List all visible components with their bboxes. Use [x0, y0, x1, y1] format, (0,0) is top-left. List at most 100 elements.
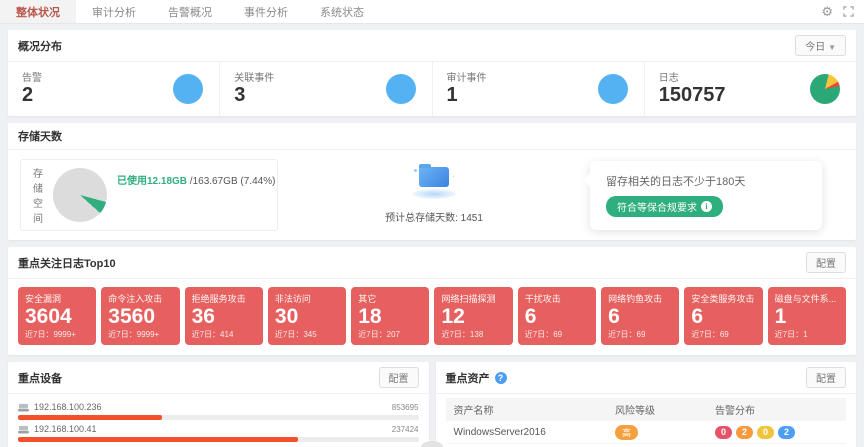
storage-card: 存储天数 存储空间 已使用12.18GB /163.67GB (7.44%) 预…	[8, 123, 856, 240]
devices-card: 重点设备 配置 192.168.100.236 853695 192.168.1…	[8, 362, 429, 447]
log-card-title: 命令注入攻击	[108, 292, 172, 305]
info-icon: i	[701, 201, 712, 212]
top10-log-card[interactable]: 干扰攻击 6 近7日：69	[518, 287, 596, 345]
log-card-value: 18	[358, 305, 422, 329]
overview-stat: 日志 150757	[645, 62, 856, 116]
device-log-count: 237424	[392, 425, 419, 434]
compliance-badge-label: 符合等保合规要求	[617, 199, 697, 214]
nav-tab-inactive[interactable]: 审计分析	[76, 0, 152, 23]
log-card-title: 磁盘与文件系...	[775, 292, 839, 305]
log-card-7day-count: 近7日：414	[192, 329, 256, 340]
log-card-title: 网络扫描探测	[441, 292, 505, 305]
log-card-title: 非法访问	[275, 292, 339, 305]
log-card-value: 3560	[108, 305, 172, 329]
storage-pie-chart	[53, 168, 107, 222]
topbar-actions: ⚙	[821, 0, 864, 23]
log-card-value: 36	[192, 305, 256, 329]
nav-tab-inactive[interactable]: 事件分析	[228, 0, 304, 23]
log-card-7day-count: 近7日：207	[358, 329, 422, 340]
log-card-title: 其它	[358, 292, 422, 305]
disk-label: 存储空间	[33, 165, 43, 225]
overview-stat: 告警 2	[8, 62, 220, 116]
log-card-title: 安全漏洞	[25, 292, 89, 305]
top10-log-card[interactable]: 拒绝服务攻击 36 近7日：414	[185, 287, 263, 345]
overview-stat: 关联事件 3	[220, 62, 432, 116]
asset-alert-distribution: 0202	[715, 426, 838, 439]
compliance-text: 留存相关的日志不少于180天	[606, 173, 806, 189]
device-icon	[18, 403, 29, 412]
assets-col-name: 资产名称	[454, 402, 615, 417]
scroll-indicator	[421, 441, 443, 447]
alert-count-badge: 2	[778, 426, 795, 439]
top10-log-card[interactable]: 命令注入攻击 3560 近7日：9999+	[101, 287, 179, 345]
nav-tab-inactive[interactable]: 告警概况	[152, 0, 228, 23]
fullscreen-icon[interactable]	[843, 6, 854, 17]
log-card-7day-count: 近7日：9999+	[108, 329, 172, 340]
top10-log-card[interactable]: 磁盘与文件系... 1 近7日：1	[768, 287, 846, 345]
stat-chart-icon	[598, 74, 628, 104]
device-row[interactable]: 192.168.100.41 237424	[18, 420, 419, 442]
log-card-value: 3604	[25, 305, 89, 329]
assets-col-risk: 风险等级	[615, 402, 715, 417]
top10-log-card[interactable]: 网络扫描探测 12 近7日：138	[434, 287, 512, 345]
log-card-7day-count: 近7日：138	[441, 329, 505, 340]
asset-risk-badge: 高	[615, 425, 638, 440]
assets-col-dist: 告警分布	[715, 402, 838, 417]
asset-name: WindowsServer2016	[454, 427, 615, 438]
log-card-title: 网络钓鱼攻击	[608, 292, 672, 305]
log-card-7day-count: 近7日：9999+	[25, 329, 89, 340]
storage-usage-panel: 存储空间 已使用12.18GB /163.67GB (7.44%)	[20, 159, 278, 231]
storage-title: 存储天数	[18, 128, 62, 144]
compliance-bubble: 留存相关的日志不少于180天 符合等保合规要求 i	[590, 161, 822, 230]
assets-card: 重点资产 ? 配置 资产名称 风险等级 告警分布 WindowsServer20…	[436, 362, 857, 447]
stat-chart-icon	[810, 74, 840, 104]
alert-count-badge: 0	[757, 426, 774, 439]
log-card-value: 1	[775, 305, 839, 329]
device-row[interactable]: 192.168.100.236 853695	[18, 398, 419, 420]
period-dropdown-label: 今日	[805, 42, 825, 53]
compliance-badge-button[interactable]: 符合等保合规要求 i	[606, 196, 723, 217]
top10-log-card[interactable]: 网络钓鱼攻击 6 近7日：69	[601, 287, 679, 345]
device-log-count: 853695	[392, 403, 419, 412]
stat-chart-icon	[173, 74, 203, 104]
storage-used-value: 已使用12.18GB	[117, 176, 187, 187]
log-card-value: 6	[608, 305, 672, 329]
device-icon	[18, 425, 29, 434]
storage-days-text: 预计总存储天数: 1451	[296, 209, 572, 224]
top10-log-card[interactable]: 非法访问 30 近7日：345	[268, 287, 346, 345]
period-dropdown[interactable]: 今日 ▼	[795, 35, 846, 56]
log-card-value: 6	[525, 305, 589, 329]
nav-tab-inactive[interactable]: 系统状态	[304, 0, 380, 23]
top10-log-card[interactable]: 其它 18 近7日：207	[351, 287, 429, 345]
log-card-title: 拒绝服务攻击	[192, 292, 256, 305]
log-card-7day-count: 近7日：1	[775, 329, 839, 340]
devices-title: 重点设备	[18, 370, 62, 386]
device-ip: 192.168.100.41	[34, 424, 97, 434]
storage-days-panel: 预计总存储天数: 1451	[296, 167, 572, 224]
log-card-7day-count: 近7日：69	[525, 329, 589, 340]
devices-config-button[interactable]: 配置	[379, 367, 419, 388]
asset-row[interactable]: WindowsServer2016 高 0202	[446, 421, 847, 444]
log-card-7day-count: 近7日：345	[275, 329, 339, 340]
device-row[interactable]: 192.168.100.207 2106416	[18, 442, 419, 447]
assets-config-button[interactable]: 配置	[806, 367, 846, 388]
top-tab-bar: 整体状况审计分析告警概况事件分析系统状态 ⚙	[0, 0, 864, 24]
nav-tab-active[interactable]: 整体状况	[0, 0, 76, 23]
alert-count-badge: 0	[715, 426, 732, 439]
log-card-value: 30	[275, 305, 339, 329]
top10-card: 重点关注日志Top10 配置 安全漏洞 3604 近7日：9999+ 命令注入攻…	[8, 247, 856, 355]
overview-stat: 审计事件 1	[433, 62, 645, 116]
top10-config-button[interactable]: 配置	[806, 252, 846, 273]
help-icon[interactable]: ?	[495, 372, 507, 384]
top10-title: 重点关注日志Top10	[18, 255, 116, 271]
stat-chart-icon	[386, 74, 416, 104]
log-card-title: 干扰攻击	[525, 292, 589, 305]
log-card-7day-count: 近7日：69	[608, 329, 672, 340]
folder-icon	[412, 167, 456, 203]
assets-title: 重点资产	[446, 370, 490, 386]
top10-log-card[interactable]: 安全类服务攻击 6 近7日：69	[684, 287, 762, 345]
top10-log-card[interactable]: 安全漏洞 3604 近7日：9999+	[18, 287, 96, 345]
chevron-down-icon: ▼	[828, 43, 836, 52]
gear-icon[interactable]: ⚙	[821, 5, 833, 18]
log-card-title: 安全类服务攻击	[691, 292, 755, 305]
